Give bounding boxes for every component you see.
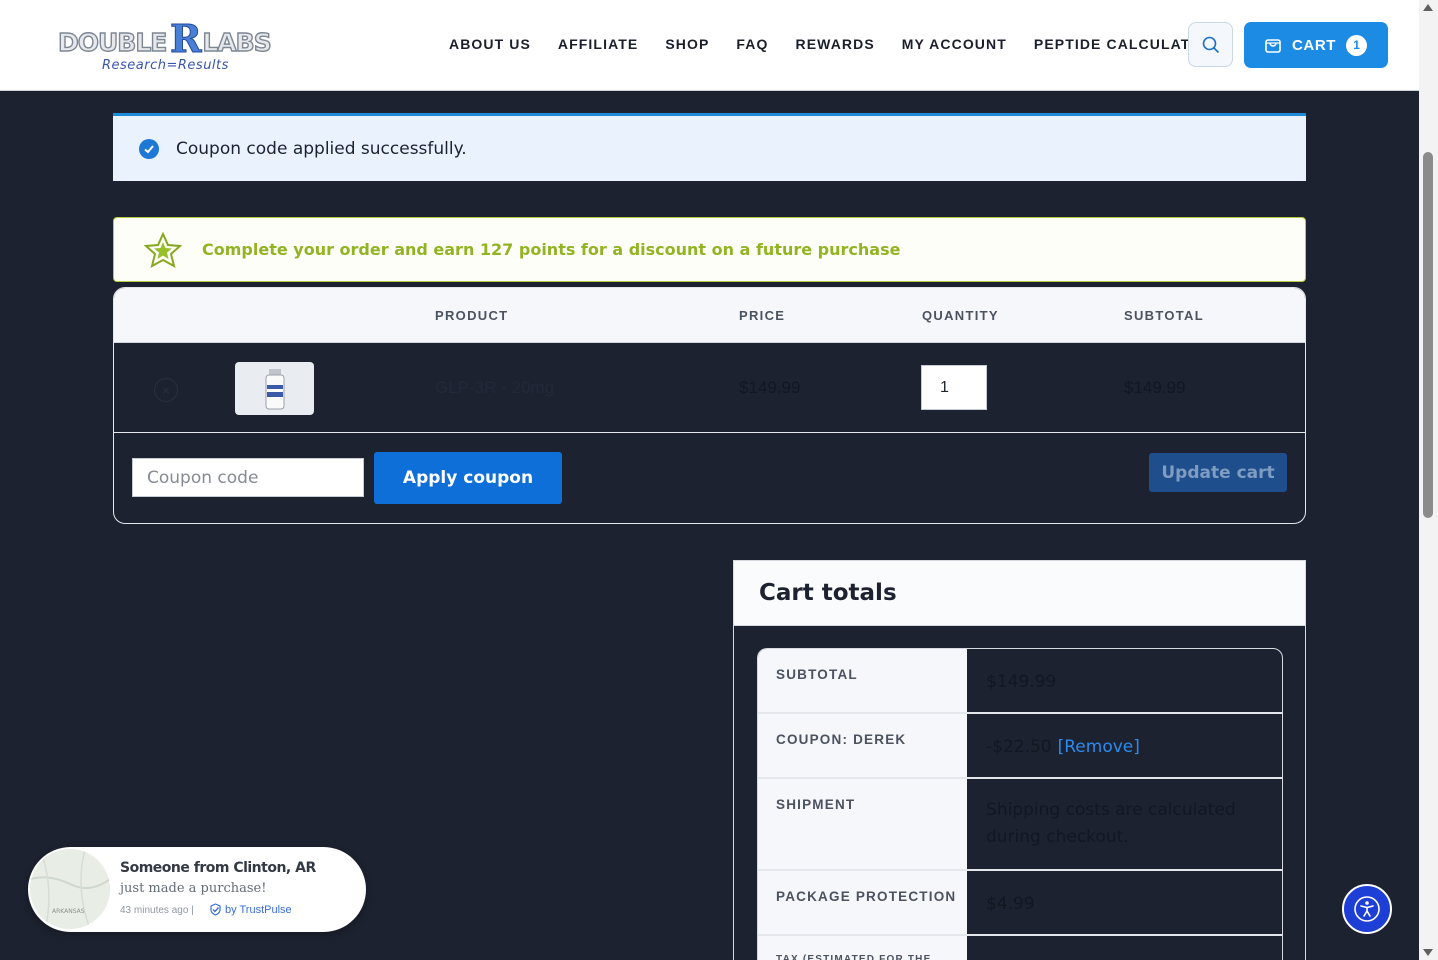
page-scrollbar[interactable]	[1419, 0, 1438, 960]
totals-row-package-protection: PACKAGE PROTECTION $4.99	[758, 871, 1282, 936]
quantity-input[interactable]: 1	[921, 365, 987, 410]
cart-item-row: × GLP-3R - 20mg $149.99 1 $149.99	[114, 343, 1305, 433]
totals-value-coupon: -$22.50 [Remove]	[967, 714, 1282, 777]
nav-about-us[interactable]: ABOUT US	[449, 36, 531, 52]
cart-table: PRODUCT PRICE QUANTITY SUBTOTAL × GLP-3R…	[113, 287, 1306, 524]
verified-check-icon	[210, 903, 221, 916]
nav-peptide-calculator[interactable]: PEPTIDE CALCULATOR	[1034, 36, 1214, 52]
notice-text: Coupon code applied successfully.	[176, 138, 467, 159]
col-product: PRODUCT	[435, 308, 509, 323]
nav-my-account[interactable]: MY ACCOUNT	[902, 36, 1007, 52]
cart-totals-title: Cart totals	[759, 580, 897, 606]
update-cart-button[interactable]: Update cart	[1149, 453, 1287, 492]
trustpulse-credit[interactable]: by TrustPulse	[209, 903, 292, 916]
cart-totals-header: Cart totals	[734, 561, 1305, 626]
nav-faq[interactable]: FAQ	[736, 36, 768, 52]
totals-value: $149.99	[986, 672, 1057, 692]
site-header: DOUBLE LABS R Research=Results ABOUT US A…	[0, 0, 1419, 91]
cart-label: CART	[1292, 36, 1337, 54]
totals-value: Shipping costs are calculated during che…	[986, 800, 1236, 847]
logo-tagline: Research=Results	[102, 58, 229, 73]
scroll-thumb[interactable]	[1423, 152, 1433, 518]
coupon-discount: -$22.50	[986, 737, 1052, 757]
product-price: $149.99	[739, 378, 801, 397]
nav-affiliate[interactable]: AFFILIATE	[558, 36, 638, 52]
logo[interactable]: DOUBLE LABS R Research=Results	[57, 14, 298, 78]
nav-shop[interactable]: SHOP	[665, 36, 709, 52]
shopping-bag-icon	[1265, 39, 1281, 53]
scroll-down-arrow-icon[interactable]	[1423, 949, 1433, 956]
search-button[interactable]	[1188, 22, 1233, 67]
coupon-success-notice: Coupon code applied successfully.	[113, 113, 1306, 181]
product-thumbnail[interactable]	[235, 362, 314, 415]
check-circle-icon	[139, 138, 159, 159]
coupon-code-input[interactable]: Coupon code	[132, 458, 364, 497]
search-icon	[1202, 36, 1219, 53]
vial-icon	[265, 368, 284, 409]
remove-item-icon[interactable]: ×	[154, 378, 178, 402]
logo-r-mark: R	[170, 16, 203, 62]
totals-row-tax: TAX (ESTIMATED FOR THE	[758, 936, 1282, 960]
remove-coupon-link[interactable]: [Remove]	[1058, 737, 1140, 757]
totals-row-coupon: COUPON: DEREK -$22.50 [Remove]	[758, 714, 1282, 779]
totals-label: SUBTOTAL	[758, 649, 967, 712]
logo-wordmark: DOUBLE LABS	[57, 27, 272, 57]
col-subtotal: SUBTOTAL	[1124, 308, 1204, 323]
totals-label: TAX (ESTIMATED FOR THE	[758, 936, 967, 960]
nav-rewards[interactable]: REWARDS	[796, 36, 875, 52]
col-quantity: QUANTITY	[922, 308, 999, 323]
cart-button[interactable]: CART 1	[1244, 22, 1388, 68]
trustpulse-what: just made a purchase!	[120, 881, 267, 896]
cart-table-header: PRODUCT PRICE QUANTITY SUBTOTAL	[114, 288, 1305, 343]
apply-coupon-button[interactable]: Apply coupon	[374, 452, 562, 504]
trustpulse-notification[interactable]: ARKANSAS Someone from Clinton, AR just m…	[28, 847, 366, 932]
svg-text:ARKANSAS: ARKANSAS	[52, 908, 85, 915]
rewards-points-banner: Complete your order and earn 127 points …	[113, 217, 1306, 282]
accessibility-button[interactable]	[1342, 884, 1392, 934]
points-banner-text: Complete your order and earn 127 points …	[202, 240, 901, 259]
scroll-up-arrow-icon[interactable]	[1423, 4, 1433, 11]
product-subtotal: $149.99	[1124, 378, 1186, 397]
cart-totals: Cart totals SUBTOTAL $149.99 COUPON: DER…	[733, 560, 1306, 960]
cart-count-badge: 1	[1346, 34, 1368, 56]
accessibility-icon	[1354, 896, 1380, 922]
star-icon	[144, 231, 182, 268]
product-name-link[interactable]: GLP-3R - 20mg	[435, 378, 554, 398]
trustpulse-time: 43 minutes ago |	[120, 905, 194, 916]
totals-row-shipment: SHIPMENT Shipping costs are calculated d…	[758, 779, 1282, 871]
totals-row-subtotal: SUBTOTAL $149.99	[758, 649, 1282, 714]
location-map-image: ARKANSAS	[30, 849, 110, 929]
totals-label: COUPON: DEREK	[758, 714, 967, 777]
totals-value	[967, 936, 1282, 960]
main-nav: ABOUT US AFFILIATE SHOP FAQ REWARDS MY A…	[449, 36, 1240, 52]
totals-value: $4.99	[986, 894, 1035, 914]
totals-table: SUBTOTAL $149.99 COUPON: DEREK -$22.50 [R…	[757, 648, 1283, 960]
trustpulse-who: Someone from Clinton, AR	[120, 860, 316, 876]
col-price: PRICE	[739, 308, 786, 323]
totals-label: PACKAGE PROTECTION	[758, 871, 967, 934]
totals-label: SHIPMENT	[758, 779, 967, 869]
